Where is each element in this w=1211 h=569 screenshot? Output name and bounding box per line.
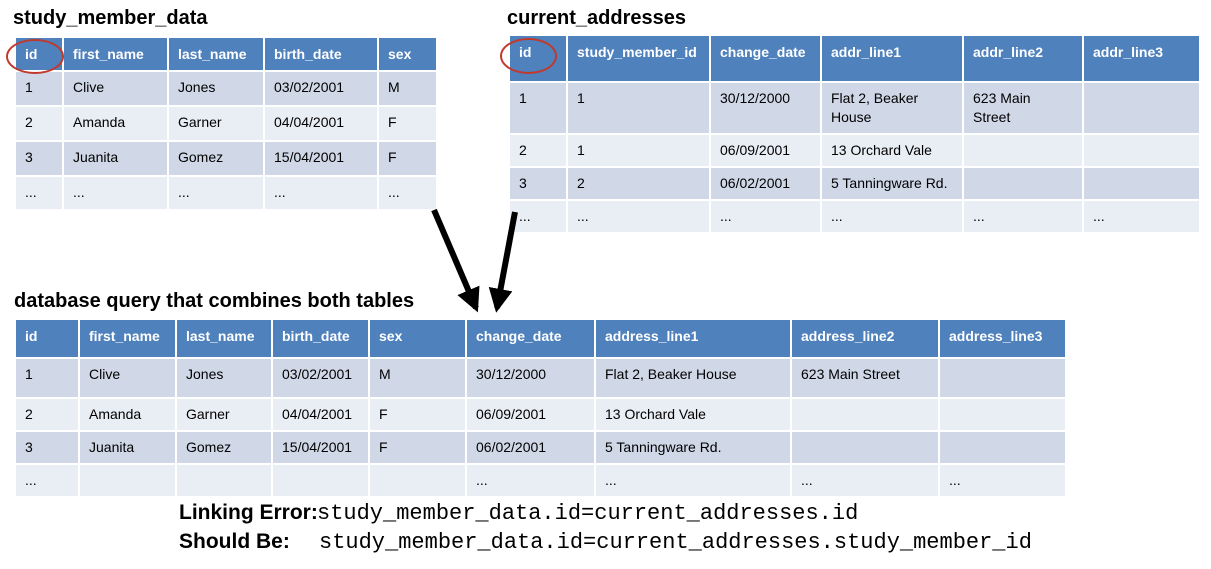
table-cell: 2 — [16, 398, 80, 432]
linking-error-label: Linking Error: — [179, 501, 318, 524]
table-cell: 15/04/2001 — [272, 431, 370, 465]
table-cell: 30/12/2000 — [466, 358, 596, 399]
column-header: id — [16, 320, 80, 359]
table-cell: Jones — [176, 358, 273, 399]
table-cell — [369, 464, 467, 498]
table-row: ... ... ... ... ... — [16, 464, 1067, 498]
table-cell: Gomez — [176, 431, 273, 465]
table-cell — [79, 464, 177, 498]
column-header: last_name — [176, 320, 273, 359]
column-header: address_line2 — [791, 320, 940, 359]
column-header: birth_date — [272, 320, 370, 359]
table-cell — [939, 431, 1067, 465]
table-cell: M — [369, 358, 467, 399]
arrow-from-current-addresses — [488, 211, 518, 313]
table-cell: 1 — [16, 358, 80, 399]
table-cell — [176, 464, 273, 498]
table-cell: ... — [595, 464, 792, 498]
table-cell: 04/04/2001 — [272, 398, 370, 432]
table-cell: F — [369, 398, 467, 432]
table-cell: Clive — [79, 358, 177, 399]
table-row: 2 Amanda Garner 04/04/2001 F 06/09/2001 … — [16, 398, 1067, 432]
table-cell — [272, 464, 370, 498]
table-cell: 03/02/2001 — [272, 358, 370, 399]
table-cell: Amanda — [79, 398, 177, 432]
should-be-code: study_member_data.id=current_addresses.s… — [319, 530, 1032, 555]
table-cell: F — [369, 431, 467, 465]
linking-error-code: study_member_data.id=current_addresses.i… — [317, 501, 859, 526]
table-cell: Garner — [176, 398, 273, 432]
table-cell: 06/09/2001 — [466, 398, 596, 432]
column-header: first_name — [79, 320, 177, 359]
column-header: address_line1 — [595, 320, 792, 359]
table-cell: 13 Orchard Vale — [595, 398, 792, 432]
linking-error-line: Linking Error:study_member_data.id=curre… — [179, 499, 858, 528]
column-header: sex — [369, 320, 467, 359]
table-cell — [939, 398, 1067, 432]
table-row: 1 Clive Jones 03/02/2001 M 30/12/2000 Fl… — [16, 358, 1067, 399]
table-cell: ... — [939, 464, 1067, 498]
column-header: address_line3 — [939, 320, 1067, 359]
table-row: 3 Juanita Gomez 15/04/2001 F 06/02/2001 … — [16, 431, 1067, 465]
table-cell: 623 Main Street — [791, 358, 940, 399]
table-cell: 5 Tanningware Rd. — [595, 431, 792, 465]
table-cell — [939, 358, 1067, 399]
should-be-label: Should Be: — [179, 530, 290, 553]
table-cell — [791, 431, 940, 465]
table-cell: Juanita — [79, 431, 177, 465]
table-cell: ... — [466, 464, 596, 498]
column-header: change_date — [466, 320, 596, 359]
table-cell: ... — [16, 464, 80, 498]
combined-query-table: id first_name last_name birth_date sex c… — [16, 320, 1067, 498]
table-cell: 06/02/2001 — [466, 431, 596, 465]
table-cell: ... — [791, 464, 940, 498]
table-cell — [791, 398, 940, 432]
table-cell: 3 — [16, 431, 80, 465]
combined-query-title: database query that combines both tables — [14, 290, 415, 312]
table-cell: Flat 2, Beaker House — [595, 358, 792, 399]
should-be-line: Should Be: study_member_data.id=current_a… — [179, 528, 1032, 557]
arrow-from-study-member-data — [431, 208, 480, 313]
